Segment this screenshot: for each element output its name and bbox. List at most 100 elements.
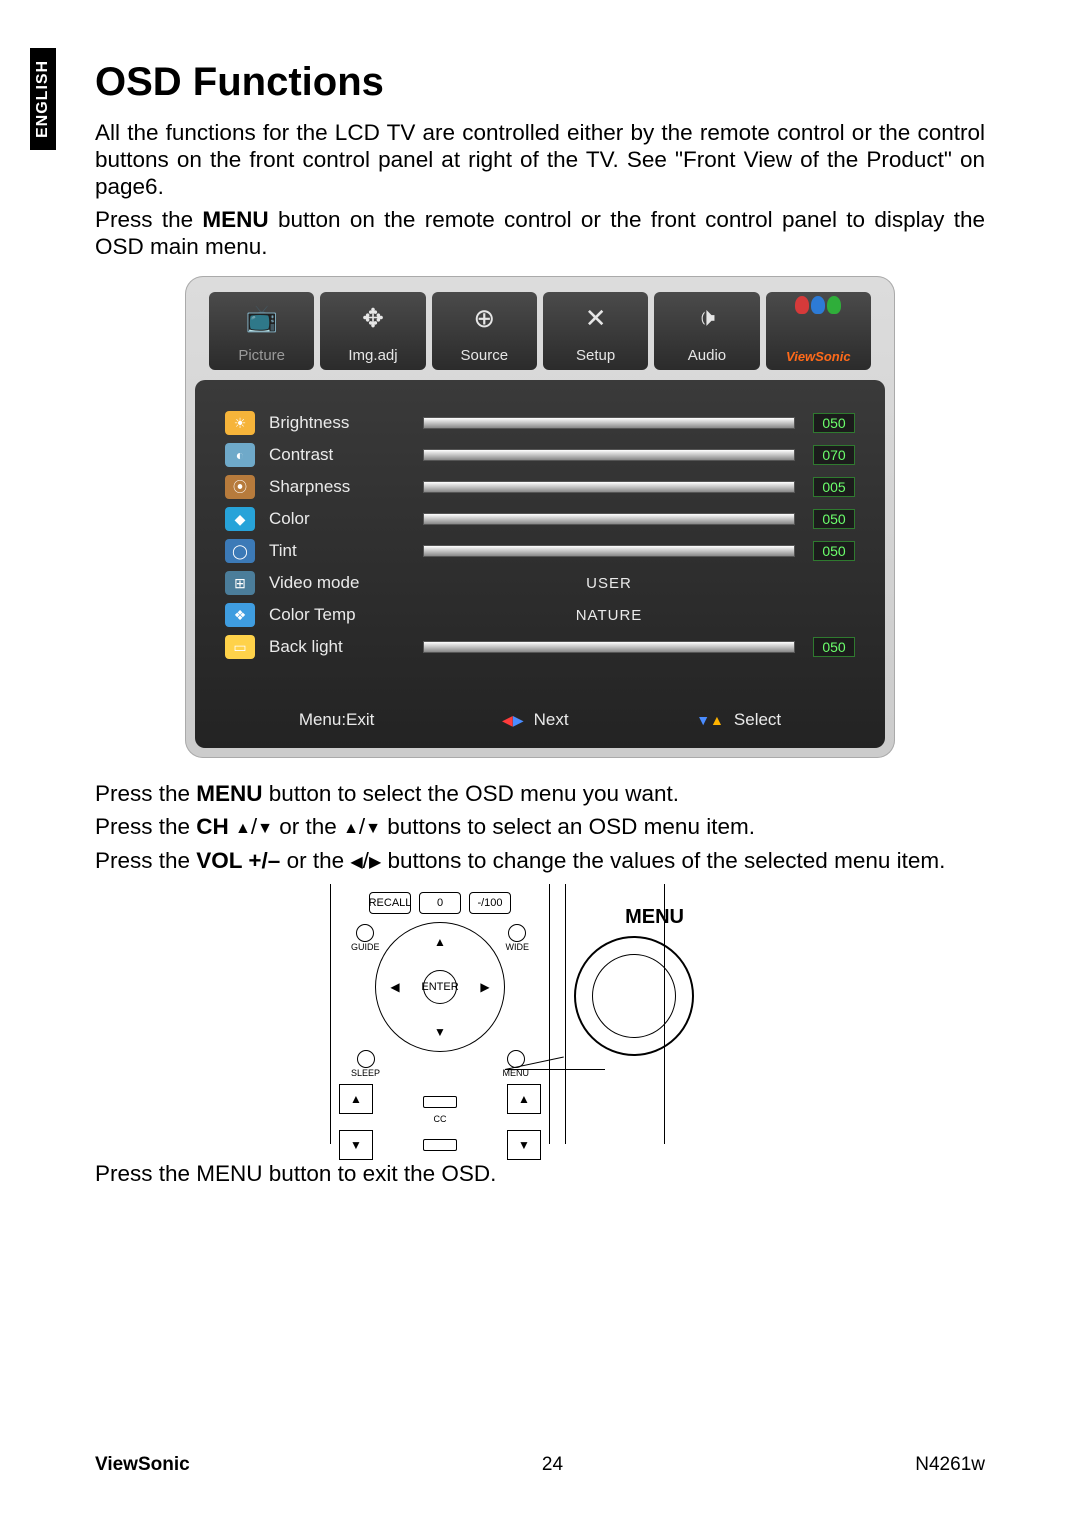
panel-menu-knob[interactable] [574, 936, 694, 1056]
row-label: Color [269, 509, 409, 529]
row-color-temp[interactable]: ❖ Color Temp NATURE [225, 600, 855, 630]
brightness-icon: ☀ [225, 411, 255, 435]
tab-source[interactable]: ⊕ Source [432, 292, 537, 370]
instruction-3: Press the VOL +/– or the ◀/▶ buttons to … [95, 847, 985, 874]
tab-label: ViewSonic [786, 349, 851, 364]
tint-icon: ◯ [225, 539, 255, 563]
contrast-icon: ◐ [225, 443, 255, 467]
slider-bar[interactable] [423, 641, 795, 653]
row-label: Contrast [269, 445, 409, 465]
footer-brand: ViewSonic [95, 1454, 190, 1476]
row-value: 050 [813, 541, 855, 561]
audio-icon: 🕩 [685, 298, 729, 338]
slider-bar[interactable] [423, 481, 795, 493]
picture-icon: 📺 [240, 298, 284, 338]
tab-viewsonic[interactable]: ViewSonic [766, 292, 871, 370]
page-footer: ViewSonic 24 N4261w [95, 1454, 985, 1476]
row-value: 050 [813, 509, 855, 529]
osd-tabs: 📺 Picture ✥ Img.adj ⊕ Source ✕ Setup 🕩 A… [195, 284, 885, 380]
up-triangle-icon: ▲ [235, 819, 251, 839]
remote-ch-up-button[interactable]: ▲ [507, 1084, 541, 1114]
osd-panel-body: ☀ Brightness 050 ◐ Contrast 070 ⦿ Sharpn… [195, 380, 885, 748]
dpad-right-button[interactable]: ▶ [475, 977, 495, 997]
setup-icon: ✕ [574, 298, 618, 338]
wide-label: WIDE [506, 942, 530, 952]
row-label: Sharpness [269, 477, 409, 497]
language-tab: ENGLISH [30, 48, 56, 150]
nav-next: Next [534, 710, 569, 730]
row-back-light[interactable]: ▭ Back light 050 [225, 632, 855, 662]
row-contrast[interactable]: ◐ Contrast 070 [225, 440, 855, 470]
colortemp-icon: ❖ [225, 603, 255, 627]
osd-nav-hints: Menu:Exit ◀▶ Next ▼▲ Select [225, 710, 855, 730]
dpad-up-button[interactable]: ▲ [430, 932, 450, 952]
footer-page-number: 24 [542, 1454, 563, 1476]
source-icon: ⊕ [462, 298, 506, 338]
imgadj-icon: ✥ [351, 298, 395, 338]
color-icon: ◆ [225, 507, 255, 531]
row-value: 005 [813, 477, 855, 497]
up-down-icon: ▼▲ [696, 710, 724, 730]
nav-exit: Menu:Exit [299, 710, 375, 730]
tab-label: Setup [576, 347, 615, 364]
row-brightness[interactable]: ☀ Brightness 050 [225, 408, 855, 438]
row-color[interactable]: ◆ Color 050 [225, 504, 855, 534]
slider-bar[interactable] [423, 513, 795, 525]
remote-mid-button[interactable] [423, 1139, 457, 1151]
remote-diagram: RECALL 0 -/100 GUIDE WIDE ▲ ▼ ◀ ▶ ENTER … [330, 884, 750, 1144]
remote-zero-button[interactable]: 0 [419, 892, 461, 914]
tab-img-adj[interactable]: ✥ Img.adj [320, 292, 425, 370]
birds-icon [795, 296, 841, 314]
remote-sleep-button[interactable] [357, 1050, 375, 1068]
cc-label: CC [339, 1114, 541, 1124]
page-content: OSD Functions All the functions for the … [95, 60, 985, 1188]
tab-picture[interactable]: 📺 Picture [209, 292, 314, 370]
remote-dpad: ▲ ▼ ◀ ▶ ENTER [375, 922, 505, 1052]
row-video-mode[interactable]: ⊞ Video mode USER [225, 568, 855, 598]
tab-label: Img.adj [348, 347, 397, 364]
row-label: Tint [269, 541, 409, 561]
row-value: 050 [813, 413, 855, 433]
row-value: 050 [813, 637, 855, 657]
sharpness-icon: ⦿ [225, 475, 255, 499]
dpad-left-button[interactable]: ◀ [385, 977, 405, 997]
slider-bar[interactable] [423, 449, 795, 461]
dpad-down-button[interactable]: ▼ [430, 1022, 450, 1042]
row-value: NATURE [423, 607, 795, 624]
right-triangle-icon: ▶ [369, 853, 381, 873]
remote-vol-down-button[interactable]: ▼ [339, 1130, 373, 1160]
row-label: Color Temp [269, 605, 409, 625]
tab-label: Audio [688, 347, 726, 364]
left-triangle-icon: ◀ [350, 853, 362, 873]
remote-wide-button[interactable] [508, 924, 526, 942]
videomode-icon: ⊞ [225, 571, 255, 595]
up-triangle-icon: ▲ [343, 819, 359, 839]
row-sharpness[interactable]: ⦿ Sharpness 005 [225, 472, 855, 502]
instruction-1: Press the MENU button to select the OSD … [95, 780, 985, 807]
tab-audio[interactable]: 🕩 Audio [654, 292, 759, 370]
nav-select: Select [734, 710, 781, 730]
instruction-4: Press the MENU button to exit the OSD. [95, 1160, 985, 1187]
row-value: USER [423, 575, 795, 592]
remote-dash100-button[interactable]: -/100 [469, 892, 511, 914]
backlight-icon: ▭ [225, 635, 255, 659]
row-tint[interactable]: ◯ Tint 050 [225, 536, 855, 566]
remote-guide-button[interactable] [356, 924, 374, 942]
remote-cc-button[interactable] [423, 1096, 457, 1108]
left-right-icon: ◀▶ [502, 710, 524, 730]
remote-vol-up-button[interactable]: ▲ [339, 1084, 373, 1114]
slider-bar[interactable] [423, 417, 795, 429]
row-value: 070 [813, 445, 855, 465]
down-triangle-icon: ▼ [365, 819, 381, 839]
slider-bar[interactable] [423, 545, 795, 557]
row-label: Video mode [269, 573, 409, 593]
tab-setup[interactable]: ✕ Setup [543, 292, 648, 370]
remote-ch-down-button[interactable]: ▼ [507, 1130, 541, 1160]
down-triangle-icon: ▼ [257, 819, 273, 839]
osd-menu: 📺 Picture ✥ Img.adj ⊕ Source ✕ Setup 🕩 A… [185, 276, 895, 758]
tab-label: Source [461, 347, 509, 364]
row-label: Back light [269, 637, 409, 657]
intro-paragraph-2: Press the MENU button on the remote cont… [95, 206, 985, 260]
remote-recall-button[interactable]: RECALL [369, 892, 411, 914]
sleep-label: SLEEP [351, 1068, 380, 1078]
